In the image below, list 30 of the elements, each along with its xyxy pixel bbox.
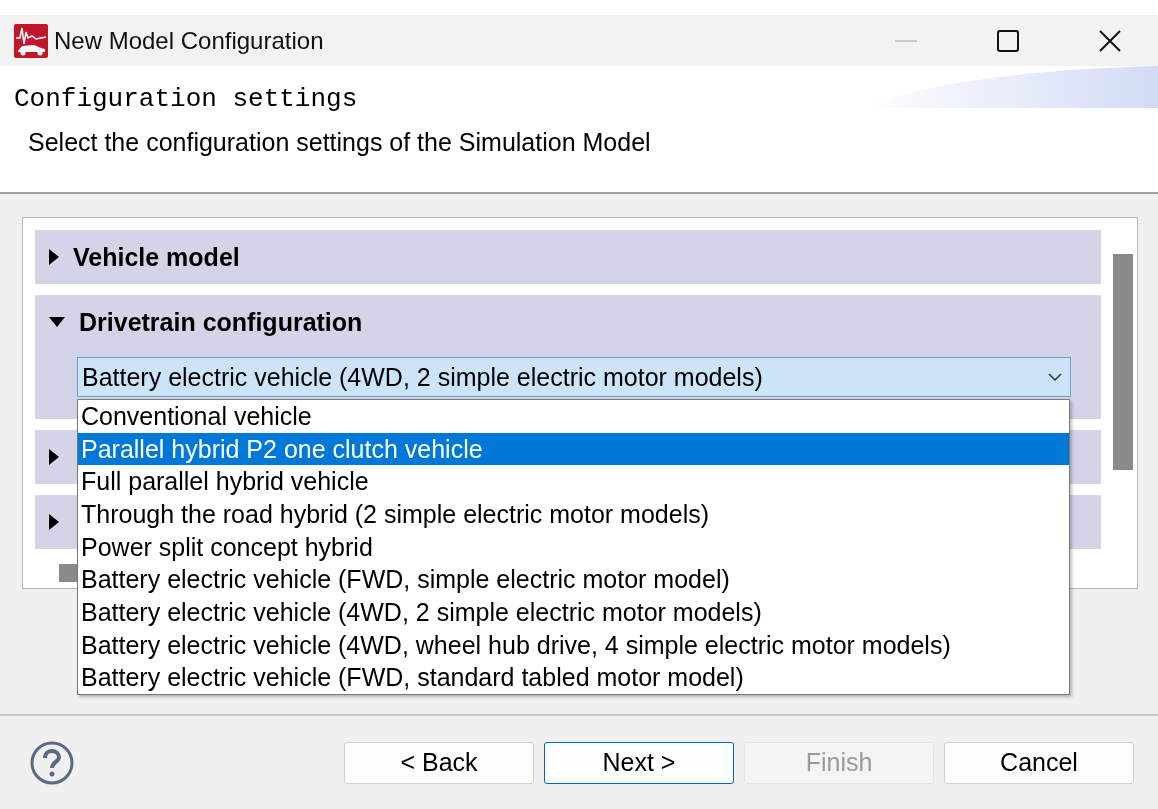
section-title[interactable]: Drivetrain configuration — [79, 307, 363, 337]
collapse-triangle-icon[interactable] — [49, 317, 65, 327]
app-logo-icon — [14, 23, 48, 58]
window-title: New Model Configuration — [54, 26, 325, 55]
dropdown-option[interactable]: Battery electric vehicle (FWD, standard tabled motor model) — [78, 661, 1069, 695]
scrollbar-thumb[interactable] — [1113, 254, 1133, 470]
dialog-button[interactable]: Next > — [544, 741, 734, 784]
maximize-icon — [997, 29, 1019, 52]
dialog-button[interactable]: < Back — [344, 741, 534, 784]
scrollbar-thumb[interactable] — [59, 564, 77, 582]
chevron-down-icon — [1048, 373, 1062, 381]
dropdown-option[interactable]: Parallel hybrid P2 one clutch vehicle — [78, 432, 1069, 466]
section-title[interactable]: Vehicle model — [73, 242, 240, 272]
dropdown-option[interactable]: Through the road hybrid (2 simple electric motor models) — [78, 498, 1069, 531]
minimize-icon — [895, 39, 917, 42]
drivetrain-dropdown[interactable]: Battery electric vehicle (4WD, 2 simple electric motor models) — [77, 357, 1071, 397]
dropdown-option[interactable]: Power split concept hybrid — [78, 530, 1069, 564]
dropdown-option[interactable]: Conventional vehicle — [78, 400, 1069, 433]
expand-triangle-icon[interactable] — [49, 249, 59, 265]
help-icon[interactable] — [30, 740, 74, 785]
dropdown-option[interactable]: Battery electric vehicle (4WD, wheel hub drive, 4 simple electric motor models) — [78, 628, 1069, 662]
expand-triangle-icon[interactable] — [49, 514, 59, 530]
dropdown-option[interactable]: Full parallel hybrid vehicle — [78, 465, 1069, 499]
dropdown-option[interactable]: Battery electric vehicle (4WD, 2 simple electric motor models) — [78, 596, 1069, 629]
close-icon — [1099, 29, 1121, 52]
page-title: Configuration settings — [14, 84, 358, 114]
expand-triangle-icon[interactable] — [49, 449, 59, 465]
dropdown-option[interactable]: Battery electric vehicle (FWD, simple electric motor model) — [78, 563, 1069, 597]
page-description: Select the configuration settings of the Simulation Model — [28, 128, 652, 157]
dialog-button[interactable]: Cancel — [944, 741, 1134, 784]
